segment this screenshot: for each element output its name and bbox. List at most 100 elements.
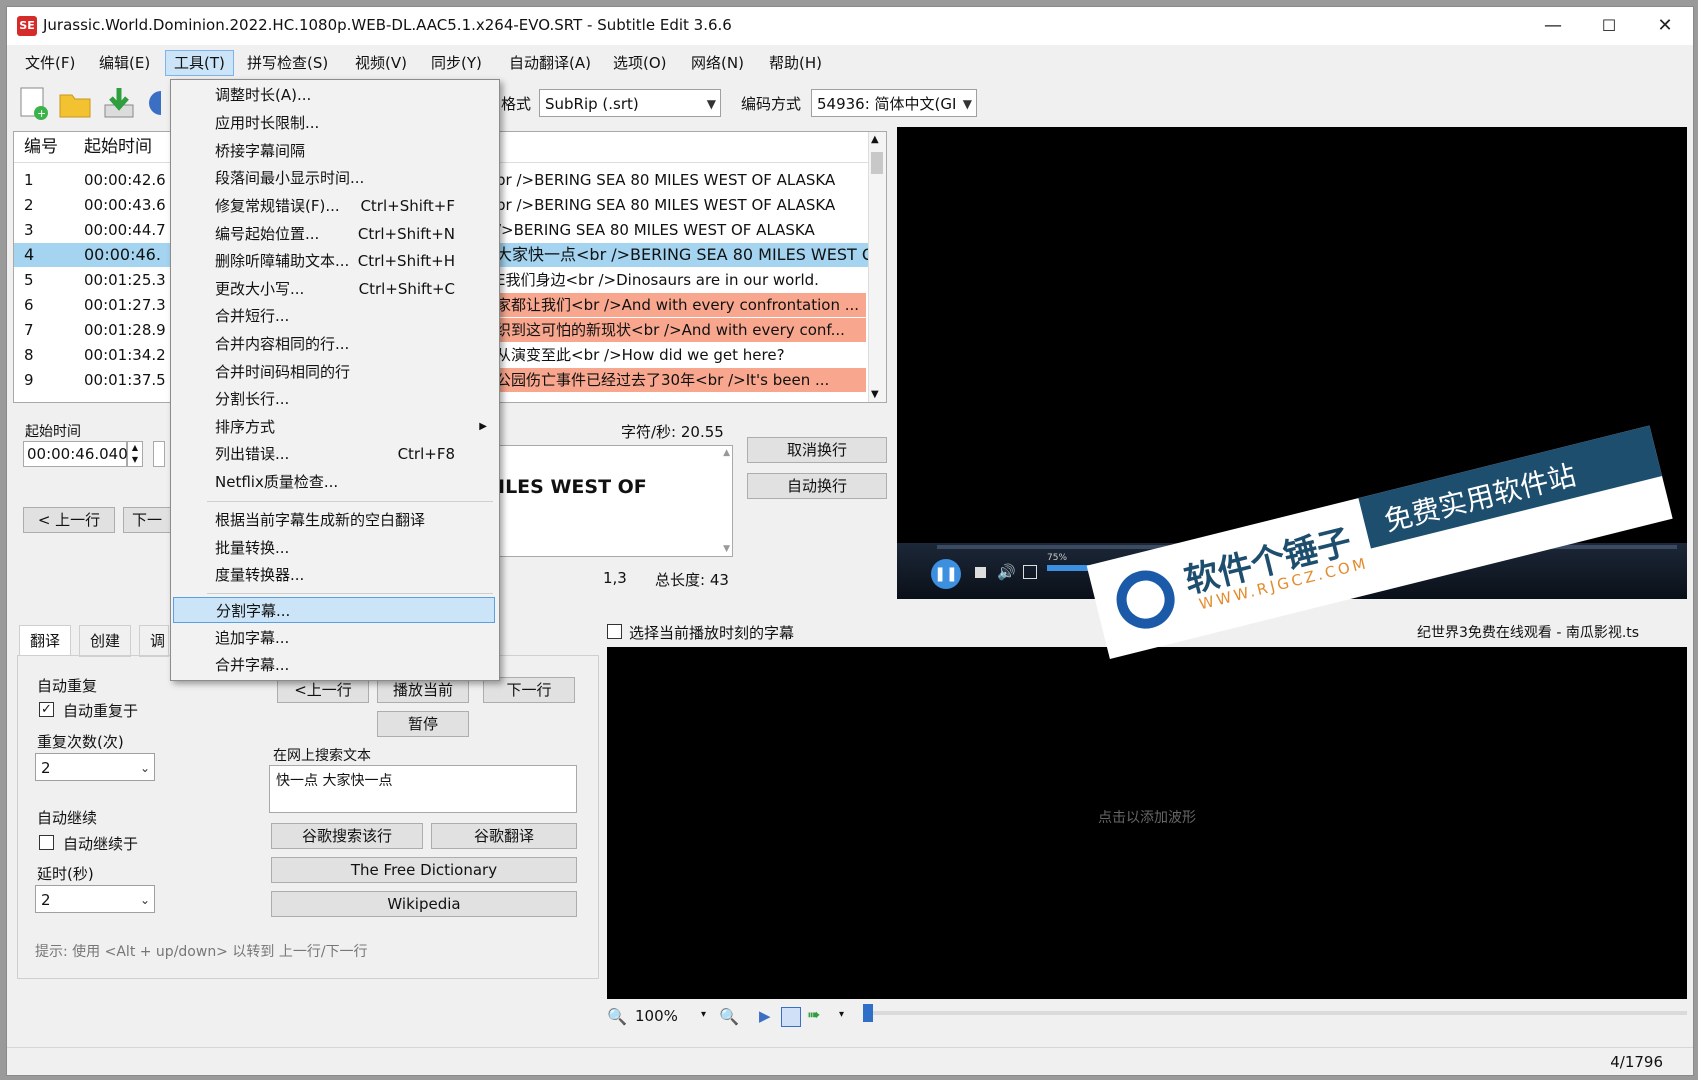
menu-spellcheck[interactable]: 拼写检查(S) — [239, 51, 336, 75]
row-number: 6 — [24, 296, 34, 314]
select-current-checkbox[interactable] — [607, 624, 622, 639]
menu-item-shortcut: Ctrl+F8 — [397, 445, 455, 463]
add-waveform-hint[interactable]: 点击以添加波形 — [607, 807, 1687, 827]
scroll-thumb[interactable] — [871, 152, 883, 174]
menu-item-bridge-gaps[interactable]: 桥接字幕间隔 — [173, 138, 495, 164]
row-text: 家都让我们<br />And with every confrontation … — [496, 293, 866, 317]
duration-input[interactable] — [153, 441, 165, 467]
start-time-spinner[interactable]: ▲ ▼ — [127, 441, 143, 467]
encoding-value: 54936: 简体中文(GI — [817, 95, 957, 113]
row-start-time: 00:01:37.5 — [84, 371, 166, 389]
auto-repeat-checkbox[interactable]: ✓ — [39, 702, 54, 717]
previous-line-button[interactable]: < 上一行 — [23, 507, 115, 533]
menu-options[interactable]: 选项(O) — [605, 51, 675, 75]
menu-sync[interactable]: 同步(Y) — [423, 51, 490, 75]
auto-continue-checkbox[interactable] — [39, 835, 54, 850]
menu-item-fix-common-errors[interactable]: 修复常规错误(F)... Ctrl+Shift+F — [173, 193, 495, 219]
menu-item-merge-same-timecodes[interactable]: 合并时间码相同的行 — [173, 359, 495, 385]
google-search-button[interactable]: 谷歌搜索该行 — [271, 823, 423, 849]
line-position-status: 4/1796 — [1610, 1053, 1663, 1071]
menu-network[interactable]: 网络(N) — [683, 51, 752, 75]
menu-item-merge-short-lines[interactable]: 合并短行... — [173, 303, 495, 329]
scroll-up-icon[interactable]: ▲ — [871, 134, 879, 145]
close-button[interactable]: ✕ — [1637, 9, 1693, 43]
menu-file[interactable]: 文件(F) — [17, 51, 83, 75]
subtitle-text-editor[interactable]: ILES WEST OF ▲ ▼ — [497, 445, 733, 557]
menu-edit[interactable]: 编辑(E) — [91, 51, 158, 75]
download-icon[interactable] — [101, 85, 137, 121]
play-icon[interactable]: ▶ — [759, 1007, 771, 1025]
menu-item-merge-same-text[interactable]: 合并内容相同的行... — [173, 331, 495, 357]
menu-item-netflix-qc[interactable]: Netflix质量检查... — [173, 469, 495, 495]
menu-item-new-blank-translation[interactable]: 根据当前字幕生成新的空白翻译 — [173, 507, 495, 533]
waveform-position-slider[interactable] — [863, 1004, 1687, 1022]
repeat-count-select[interactable]: 2 ⌄ — [35, 753, 155, 781]
menu-bar: 文件(F) 编辑(E) 工具(T) 拼写检查(S) 视频(V) 同步(Y) 自动… — [7, 47, 1693, 77]
pause-button[interactable]: 暂停 — [377, 711, 469, 737]
zoom-out-icon[interactable]: 🔍 — [607, 1007, 627, 1026]
menu-video[interactable]: 视频(V) — [347, 51, 415, 75]
menu-item-change-casing[interactable]: 更改大小写... Ctrl+Shift+C — [173, 276, 495, 302]
tab-create[interactable]: 创建 — [79, 625, 132, 657]
menu-item-label: 编号起始位置... — [215, 225, 320, 243]
encoding-select[interactable]: 54936: 简体中文(GI ▼ — [811, 89, 977, 117]
search-text-input[interactable]: 快一点 大家快一点 — [269, 765, 577, 813]
column-header-number[interactable]: 编号 — [24, 132, 58, 162]
column-header-start-time[interactable]: 起始时间 — [84, 132, 152, 162]
row-start-time: 00:01:25.3 — [84, 271, 166, 289]
zoom-in-icon[interactable]: 🔍 — [719, 1007, 739, 1026]
autobreak-button[interactable]: 自动换行 — [747, 473, 887, 499]
wikipedia-button[interactable]: Wikipedia — [271, 891, 577, 917]
volume-percent: 75% — [1047, 553, 1068, 563]
zoom-level[interactable]: 100% — [635, 1007, 678, 1025]
menu-item-adjust-durations[interactable]: 调整时长(A)... — [173, 82, 495, 108]
start-time-input[interactable]: 00:00:46.040 — [23, 441, 128, 467]
scroll-up-icon[interactable]: ▲ — [723, 448, 730, 458]
stop-icon[interactable] — [975, 567, 986, 578]
next-line-button[interactable]: 下一 — [123, 507, 171, 533]
delay-select[interactable]: 2 ⌄ — [35, 885, 155, 913]
google-translate-button[interactable]: 谷歌翻译 — [431, 823, 577, 849]
scroll-down-icon[interactable]: ▼ — [871, 389, 879, 400]
waveform-panel[interactable]: 点击以添加波形 — [607, 647, 1687, 999]
menu-item-min-display-time[interactable]: 段落间最小显示时间... — [173, 165, 495, 191]
volume-icon[interactable]: 🔊 — [997, 563, 1016, 581]
forward-arrows-icon[interactable]: ➠ — [807, 1005, 820, 1024]
menu-separator — [207, 501, 493, 502]
free-dictionary-button[interactable]: The Free Dictionary — [271, 857, 577, 883]
unbreak-button[interactable]: 取消换行 — [747, 437, 887, 463]
grid-view-icon[interactable] — [781, 1007, 801, 1027]
menu-help[interactable]: 帮助(H) — [761, 51, 830, 75]
menu-item-append-subtitle[interactable]: 追加字幕... — [173, 625, 495, 651]
menu-item-join-subtitles[interactable]: 合并字幕... — [173, 652, 495, 678]
open-folder-icon[interactable] — [57, 85, 93, 121]
menu-item-split-subtitle[interactable]: 分割字幕... — [173, 597, 495, 623]
menu-tools[interactable]: 工具(T) — [165, 50, 234, 76]
help-icon[interactable] — [147, 85, 173, 121]
menu-item-remove-hi-text[interactable]: 删除听障辅助文本... Ctrl+Shift+H — [173, 248, 495, 274]
tab-translate[interactable]: 翻译 — [19, 625, 72, 656]
menu-item-list-errors[interactable]: 列出错误... Ctrl+F8 — [173, 441, 495, 467]
menu-item-start-numbering[interactable]: 编号起始位置... Ctrl+Shift+N — [173, 221, 495, 247]
tools-menu-dropdown: 调整时长(A)... 应用时长限制... 桥接字幕间隔 段落间最小显示时间...… — [170, 79, 500, 681]
menu-item-label: 度量转换器... — [215, 566, 305, 584]
tab-adjust[interactable]: 调 — [139, 625, 169, 657]
new-file-icon[interactable]: + — [15, 85, 51, 121]
menu-item-measurement-converter[interactable]: 度量转换器... — [173, 562, 495, 588]
slider-thumb[interactable] — [863, 1004, 873, 1022]
menu-item-sort-by[interactable]: 排序方式 ▶ — [173, 414, 495, 440]
chevron-down-icon[interactable]: ▾ — [839, 1009, 844, 1020]
menu-item-apply-duration-limits[interactable]: 应用时长限制... — [173, 110, 495, 136]
format-select[interactable]: SubRip (.srt) ▼ — [539, 89, 721, 117]
grid-scrollbar[interactable]: ▲ ▼ — [868, 132, 886, 402]
menu-item-split-long-lines[interactable]: 分割长行... — [173, 386, 495, 412]
menu-item-batch-convert[interactable]: 批量转换... — [173, 535, 495, 561]
fullscreen-icon[interactable] — [1023, 565, 1037, 579]
minimize-button[interactable]: — — [1525, 9, 1581, 43]
scroll-down-icon[interactable]: ▼ — [723, 544, 730, 554]
maximize-button[interactable]: ☐ — [1581, 9, 1637, 43]
subtitle-edit-app-icon: SE — [17, 16, 37, 36]
menu-auto-translate[interactable]: 自动翻译(A) — [501, 51, 599, 75]
zoom-dropdown-icon[interactable]: ▾ — [701, 1009, 706, 1020]
pause-icon[interactable]: ❚❚ — [931, 559, 961, 589]
